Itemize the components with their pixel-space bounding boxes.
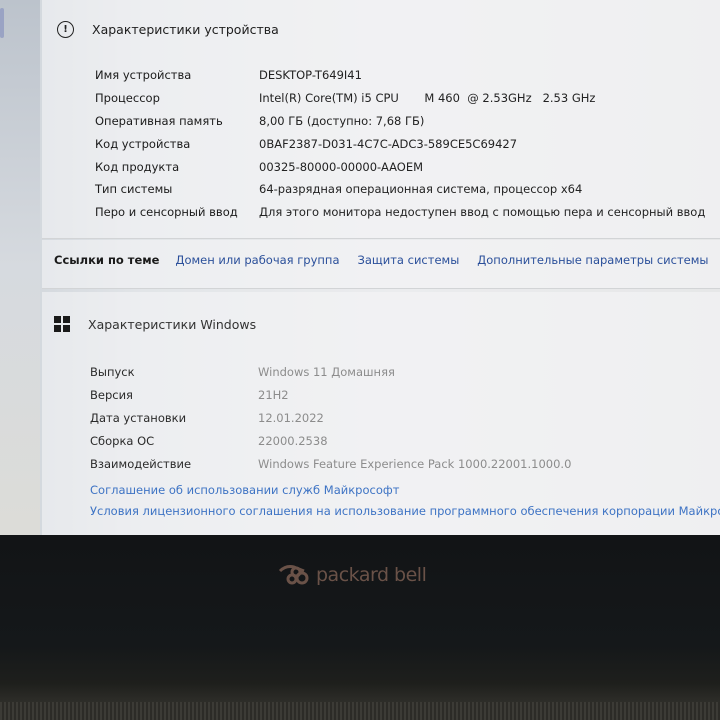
spec-row-ram: Оперативная память 8,00 ГБ (доступно: 7,…	[95, 114, 424, 128]
link-domain-workgroup[interactable]: Домен или рабочая группа	[175, 253, 339, 267]
spec-row-experience: Взаимодействие Windows Feature Experienc…	[90, 457, 571, 471]
info-icon: !	[57, 21, 74, 38]
brand-logo: packard bell	[278, 563, 427, 587]
spec-value: 22000.2538	[258, 434, 328, 448]
spec-key: Версия	[90, 388, 133, 402]
spec-key: Перо и сенсорный ввод	[95, 205, 238, 219]
spec-key: Код устройства	[95, 137, 191, 151]
spec-row-processor: Процессор Intel(R) Core(TM) i5 CPU M 460…	[95, 91, 595, 105]
link-system-protection[interactable]: Защита системы	[358, 253, 460, 267]
spec-value: 21H2	[258, 388, 289, 402]
spec-value: Для этого монитора недоступен ввод с пом…	[259, 205, 706, 219]
brand-name: packard bell	[316, 564, 427, 586]
spec-value: 00325-80000-00000-AAOEM	[259, 160, 424, 174]
spec-value: 64-разрядная операционная система, проце…	[259, 182, 583, 196]
spec-row-edition: Выпуск Windows 11 Домашняя	[90, 365, 395, 379]
spec-key: Имя устройства	[95, 68, 192, 82]
spec-key: Выпуск	[90, 365, 135, 379]
spec-row-product-id: Код продукта 00325-80000-00000-AAOEM	[95, 160, 423, 174]
laptop-bezel: packard bell	[0, 535, 720, 720]
spec-row-pen-touch: Перо и сенсорный ввод Для этого монитора…	[95, 205, 705, 219]
spec-key: Сборка ОС	[90, 434, 155, 448]
windows-specs-title: Характеристики Windows	[88, 316, 257, 332]
spec-key: Тип системы	[95, 182, 173, 196]
sidebar-selection-indicator	[0, 8, 4, 38]
spec-row-os-build: Сборка ОС 22000.2538	[90, 434, 328, 448]
spec-value: 8,00 ГБ (доступно: 7,68 ГБ)	[259, 114, 425, 128]
keyboard-deck-edge	[0, 702, 720, 720]
related-links-label: Ссылки по теме	[54, 253, 160, 267]
windows-logo-icon	[54, 316, 70, 332]
spec-key: Процессор	[95, 91, 160, 105]
link-advanced-system-settings[interactable]: Дополнительные параметры системы	[477, 253, 708, 267]
spec-value: 0BAF2387-D031-4C7C-ADC3-589CE5C69427	[259, 137, 518, 151]
packard-bell-logo-icon	[278, 565, 309, 585]
spec-row-system-type: Тип системы 64-разрядная операционная си…	[95, 182, 582, 196]
related-links-bar: Ссылки по теме Домен или рабочая группа …	[42, 240, 720, 289]
spec-value: Windows Feature Experience Pack 1000.220…	[258, 457, 572, 471]
spec-key: Взаимодействие	[90, 457, 192, 471]
laptop-screen: ! Характеристики устройства Имя устройст…	[0, 0, 720, 535]
spec-key: Код продукта	[95, 160, 180, 174]
spec-value: 12.01.2022	[258, 411, 324, 425]
spec-row-device-name: Имя устройства DESKTOP-T649I41	[95, 68, 362, 82]
device-specs-title: Характеристики устройства	[92, 22, 279, 37]
spec-value: Windows 11 Домашняя	[258, 365, 395, 379]
spec-key: Дата установки	[90, 411, 187, 425]
windows-specs-card: Характеристики Windows Выпуск Windows 11…	[42, 292, 720, 535]
device-specs-header[interactable]: ! Характеристики устройства	[57, 21, 279, 38]
spec-value: DESKTOP-T649I41	[259, 68, 362, 82]
link-ms-services-agreement[interactable]: Соглашение об использовании служб Майкро…	[90, 483, 399, 497]
spec-row-version: Версия 21H2	[90, 388, 289, 402]
spec-row-install-date: Дата установки 12.01.2022	[90, 411, 324, 425]
spec-value: Intel(R) Core(TM) i5 CPU M 460 @ 2.53GHz…	[259, 91, 596, 105]
settings-sidebar	[0, 0, 40, 535]
windows-specs-header[interactable]: Характеристики Windows	[54, 316, 256, 332]
spec-key: Оперативная память	[95, 114, 223, 128]
link-ms-license-terms[interactable]: Условия лицензионного соглашения на испо…	[90, 504, 720, 518]
spec-row-device-id: Код устройства 0BAF2387-D031-4C7C-ADC3-5…	[95, 137, 517, 151]
device-specs-card: ! Характеристики устройства Имя устройст…	[42, 0, 720, 239]
